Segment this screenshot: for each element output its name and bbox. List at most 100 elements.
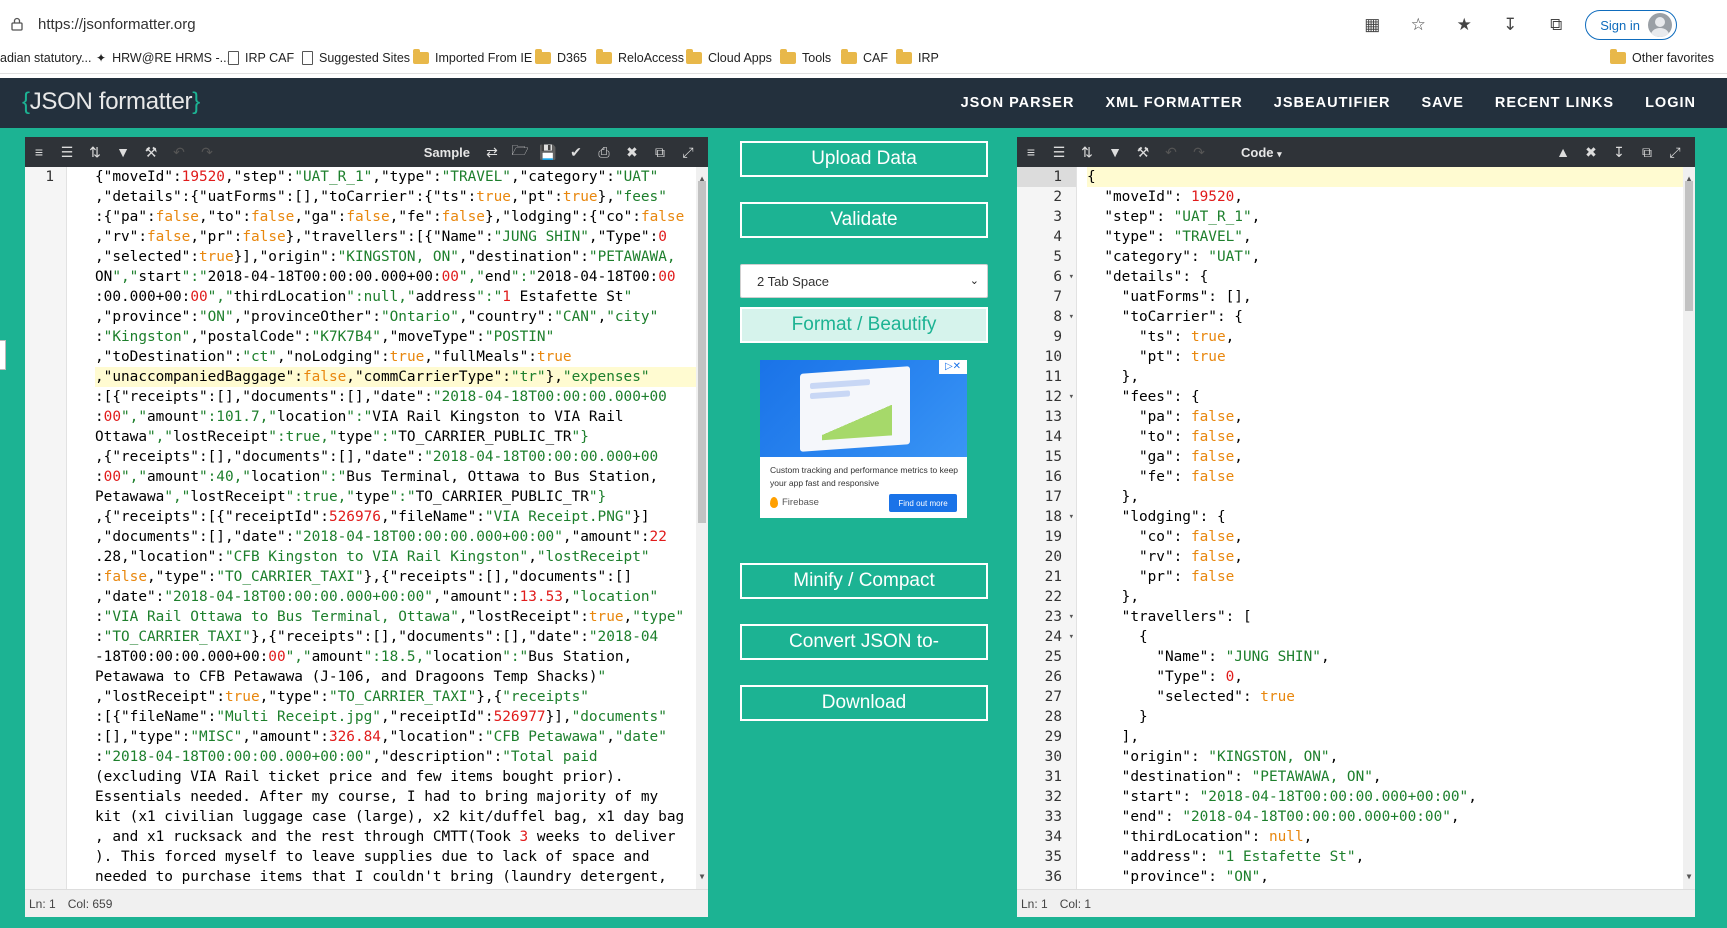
nav-login[interactable]: LOGIN [1645,95,1696,111]
downloads-icon[interactable]: ↧ [1493,8,1527,42]
line-number: 3 [1053,209,1062,225]
page-icon [302,51,313,65]
tab-space-select[interactable]: 2 Tab Space ⌄ [740,264,988,298]
nav-json-parser[interactable]: JSON PARSER [961,95,1075,111]
copy-icon[interactable]: ⧉ [1633,144,1661,161]
ad-brand: Firebase [770,497,819,508]
code-line: :00.000+00:00","thirdLocation":null,"add… [95,289,633,305]
sample-button[interactable]: Sample [424,145,470,160]
format-beautify-button[interactable]: Format / Beautify [740,307,988,343]
save-icon[interactable]: 💾 [534,144,562,161]
output-code-area[interactable]: 1 2 3 4 5 6 ▾ 7 8 ▾ 9 10 11 12 ▾ 13 14 15 16 17 18 ▾ 19 20 21 22 2… [1017,167,1695,889]
filter-icon[interactable]: ▼ [1101,144,1129,160]
favorite-label: Other favorites [1632,51,1714,65]
upload-data-button[interactable]: Upload Data [740,141,988,177]
clear-icon[interactable]: ✖ [618,144,646,161]
scroll-down-icon[interactable]: ▼ [696,867,708,887]
wrench-icon[interactable]: ⚒ [137,144,165,161]
code-line: ,"rv":false,"pr":false},"travellers":[{"… [95,229,667,245]
undo-icon[interactable]: ↶ [1157,144,1185,161]
other-favorites[interactable]: Other favorites [1610,49,1714,65]
compact-icon[interactable]: ☰ [1045,144,1073,161]
line-number: 23 ▾ [1044,607,1074,627]
open-folder-icon[interactable]: 🗁 [506,140,534,164]
favorite-item[interactable]: ✦ HRW@RE HRMS -... [96,51,230,65]
nav-jsbeautifier[interactable]: JSBEAUTIFIER [1274,95,1391,111]
redo-icon[interactable]: ↷ [1185,144,1213,161]
favorite-item[interactable]: Cloud Apps [686,49,772,65]
download-icon[interactable]: ↧ [1605,144,1633,161]
redo-icon[interactable]: ↷ [193,144,221,161]
validate-button[interactable]: Validate [740,202,988,238]
code-line: { [1087,629,1148,645]
nav-save[interactable]: SAVE [1422,95,1464,111]
format-icon[interactable]: ≡ [25,144,53,160]
nav-xml-formatter[interactable]: XML FORMATTER [1105,95,1242,111]
fold-toggle-icon[interactable]: ▾ [1069,507,1074,527]
sign-in-button[interactable]: Sign in [1585,10,1677,40]
input-text[interactable]: {"moveId":19520,"step":"UAT_R_1","type":… [67,167,696,887]
favorites-icon[interactable]: ★ [1447,8,1481,42]
output-text[interactable]: { "moveId": 19520, "step": "UAT_R_1", "t… [1077,167,1683,887]
add-favorite-icon[interactable]: ☆ [1401,8,1435,42]
code-line: needed to purchase items that I couldn't… [95,869,667,885]
favorite-item[interactable]: IRP [896,49,939,65]
scroll-thumb[interactable] [698,181,706,523]
favorite-item[interactable]: Tools [780,49,831,65]
scroll-down-icon[interactable]: ▼ [1683,867,1695,887]
fold-toggle-icon[interactable]: ▾ [1069,627,1074,647]
fullscreen-icon[interactable]: ⤢ [1661,144,1689,161]
site-logo[interactable]: {JSON formatter} [22,88,200,116]
download-button[interactable]: Download [740,685,988,721]
pin-icon[interactable]: ▲ [1549,144,1577,160]
line-number: 34 [1044,829,1062,845]
favorite-item[interactable]: Imported From IE [413,49,532,65]
mode-select[interactable]: Code ▾ [1241,145,1282,160]
output-scrollbar[interactable]: ▲ ▼ [1683,167,1695,889]
nav-recent-links[interactable]: RECENT LINKS [1495,95,1614,111]
sample-link-icon[interactable]: ⇄ [478,144,506,161]
scroll-thumb[interactable] [1685,181,1693,311]
browser-actions: ▦ ☆ ★ ↧ ⧉ Sign in [1355,0,1727,50]
undo-icon[interactable]: ↶ [165,144,193,161]
filter-icon[interactable]: ▼ [109,144,137,160]
minify-compact-button[interactable]: Minify / Compact [740,563,988,599]
fold-toggle-icon[interactable]: ▾ [1069,267,1074,287]
favorite-item[interactable]: CAF [841,49,888,65]
fold-toggle-icon[interactable]: ▾ [1069,307,1074,327]
advertisement[interactable]: ▷✕ Custom tracking and performance metri… [760,360,967,518]
lock-icon[interactable] [10,17,24,31]
code-line: , and x1 rucksack and the rest through C… [95,829,676,845]
wrench-icon[interactable]: ⚒ [1129,144,1157,161]
fold-toggle-icon[interactable]: ▾ [1069,607,1074,627]
favorite-item[interactable]: adian statutory... [0,51,92,65]
side-panel-tab[interactable] [0,340,6,370]
collections-icon[interactable]: ⧉ [1539,8,1573,42]
clear-icon[interactable]: ✖ [1577,144,1605,161]
fullscreen-icon[interactable]: ⤢ [674,144,702,161]
url-text[interactable]: https://jsonformatter.org [38,16,196,33]
copy-icon[interactable]: ⧉ [646,144,674,161]
fold-toggle-icon[interactable]: ▾ [1069,387,1074,407]
favorite-item[interactable]: D365 [535,49,587,65]
input-scrollbar[interactable]: ▲ ▼ [696,167,708,889]
folder-icon [1610,49,1626,64]
format-icon[interactable]: ≡ [1017,144,1045,160]
code-line: :"VIA Rail Ottawa to Bus Terminal, Ottaw… [95,609,685,625]
sign-in-label: Sign in [1600,17,1640,33]
favorite-item[interactable]: ReloAccess [596,49,684,65]
mode-label: Code [1241,144,1274,160]
compact-icon[interactable]: ☰ [53,144,81,161]
ad-cta-button[interactable]: Find out more [889,494,957,512]
input-code-area[interactable]: 1 {"moveId":19520,"step":"UAT_R_1","type… [25,167,708,889]
sort-icon[interactable]: ⇅ [1073,144,1101,161]
app-grid-icon[interactable]: ▦ [1355,8,1389,42]
favorite-item[interactable]: Suggested Sites [302,51,410,65]
ad-close-icon[interactable]: ▷✕ [939,360,967,374]
print-icon[interactable]: ⎙ [590,144,618,161]
favorite-item[interactable]: IRP CAF [228,51,294,65]
sort-icon[interactable]: ⇅ [81,144,109,161]
check-icon[interactable]: ✔ [562,144,590,161]
convert-json-button[interactable]: Convert JSON to- [740,624,988,660]
output-toolbar-actions: ▲ ✖ ↧ ⧉ ⤢ [1549,137,1689,167]
